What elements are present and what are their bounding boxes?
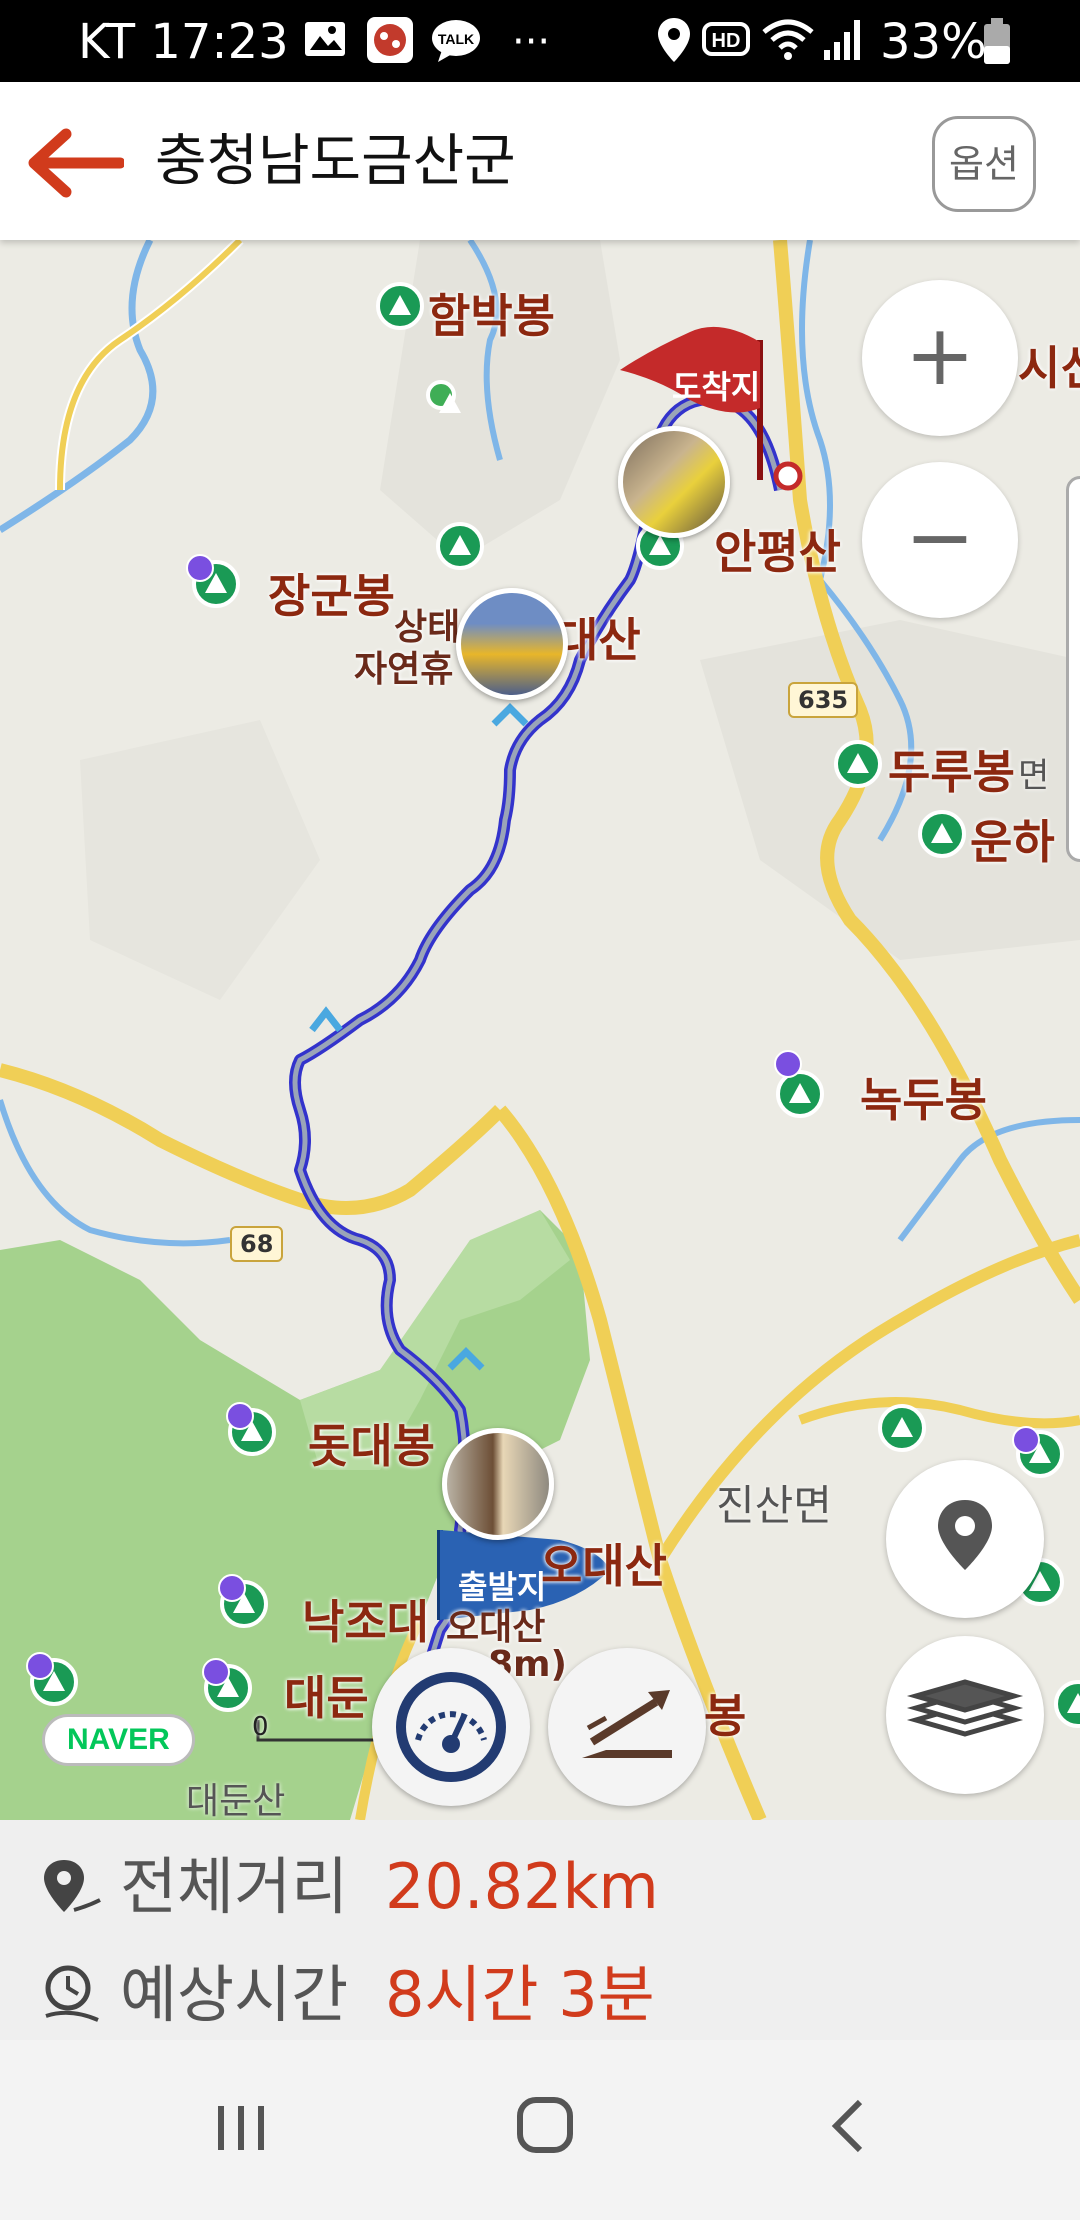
distance-label: 전체거리 [120,1850,349,1923]
my-location-button[interactable] [886,1460,1044,1618]
distance-pin-icon [44,1860,101,1912]
side-panel-handle[interactable] [1066,476,1080,862]
route-info-panel: 전체거리 20.82km 예상시간 8시간 3분 [0,1820,1080,2040]
time-row: 예상시간 8시간 3분 [40,1950,1040,2040]
place-label: 안평산 [714,525,841,579]
peak-badge-icon [202,1658,230,1686]
place-label: 낙조대 [302,1595,429,1649]
signal-icon [824,20,860,60]
place-label: 자연휴 [354,649,454,690]
home-icon[interactable] [512,2092,578,2158]
place-label: 대산 [556,613,641,667]
road-number: 635 [788,682,859,718]
peak-badge-icon [26,1652,54,1680]
more-notifications-icon: ··· [512,19,551,65]
place-label: 돗대봉 [308,1419,435,1473]
wifi-icon [762,19,814,60]
place-label: 대둔산 [186,1781,286,1820]
peak-badge-icon [226,1402,254,1430]
location-icon [658,18,690,62]
place-label: 장군봉 [268,569,395,623]
back-nav-icon[interactable] [822,2096,878,2156]
arrival-label: 도착지 [672,368,761,406]
distance-row: 전체거리 20.82km [40,1842,1040,1932]
peak-badge-icon [186,554,214,582]
place-label: 오대산 [540,1539,667,1593]
svg-text:TALK: TALK [438,31,474,47]
peak-badge-icon [218,1574,246,1602]
back-arrow-icon[interactable] [28,128,124,198]
place-label: 두루봉 [888,745,1015,799]
distance-value: 20.82km [385,1850,659,1923]
mountain-marker-icon[interactable] [376,282,424,330]
photo-marker[interactable] [442,1428,554,1540]
carrier-time: KT 17:23 [78,14,289,70]
map-pin-icon [938,1500,992,1570]
photo-marker[interactable] [456,588,568,700]
road-number: 68 [230,1226,284,1262]
mountain-marker-icon[interactable] [834,740,882,788]
layers-icon [906,1679,1024,1737]
photo-marker[interactable] [618,426,730,538]
elevation-slope-icon [582,1690,672,1758]
zoom-out-button[interactable]: − [862,462,1018,618]
hd-voice-icon: HD [702,22,750,56]
peak-badge-icon [774,1050,802,1078]
recent-apps-icon[interactable] [212,2098,272,2158]
option-button[interactable]: 옵션 [932,116,1036,212]
place-label: 진산면 [716,1481,832,1530]
place-label: 봉 [704,1689,747,1743]
map-view[interactable]: 함박봉 시신 도착지 안평산 장군봉 대산 상태 자연휴 두루봉 면 운하 녹두… [0,240,1080,1820]
status-bar: KT 17:23 TALK ··· HD 33% [0,0,1080,82]
mountain-marker-icon[interactable] [878,1404,926,1452]
map-layers-button[interactable] [886,1636,1044,1794]
recreation-forest-icon [426,380,461,413]
estimated-time-icon [45,1965,99,2022]
kakaotalk-icon: TALK [432,20,480,62]
place-label: 대둔 [284,1671,369,1725]
peak-badge-icon [1012,1426,1040,1454]
mountain-marker-icon[interactable] [436,522,484,570]
zoom-in-button[interactable]: + [862,280,1018,436]
place-label: 운하 [970,815,1055,869]
system-nav-bar [0,2040,1080,2220]
svg-text:HD: HD [712,30,741,52]
place-label: 면 [1018,756,1050,796]
place-label: 오대산 [446,1607,546,1648]
mountain-marker-icon[interactable] [918,810,966,858]
battery-percent: 33% [880,14,987,70]
place-label: 시신 [1018,341,1080,395]
scale-zero: 0 [252,1712,269,1742]
time-value: 8시간 3분 [385,1958,655,2031]
app-header: 충청남도금산군 옵션 [0,82,1080,240]
time-label: 예상시간 [120,1958,349,2031]
battery-icon [984,18,1010,64]
naver-logo: NAVER [42,1714,195,1766]
app-notification-icon [367,17,413,63]
speed-tool-button[interactable] [372,1648,530,1806]
elevation-tool-button[interactable] [548,1648,706,1806]
place-label: 함박봉 [428,289,555,343]
speedometer-icon [396,1672,506,1782]
place-label: 녹두봉 [860,1073,987,1127]
gallery-icon [305,22,345,56]
page-title: 충청남도금산군 [155,129,516,194]
